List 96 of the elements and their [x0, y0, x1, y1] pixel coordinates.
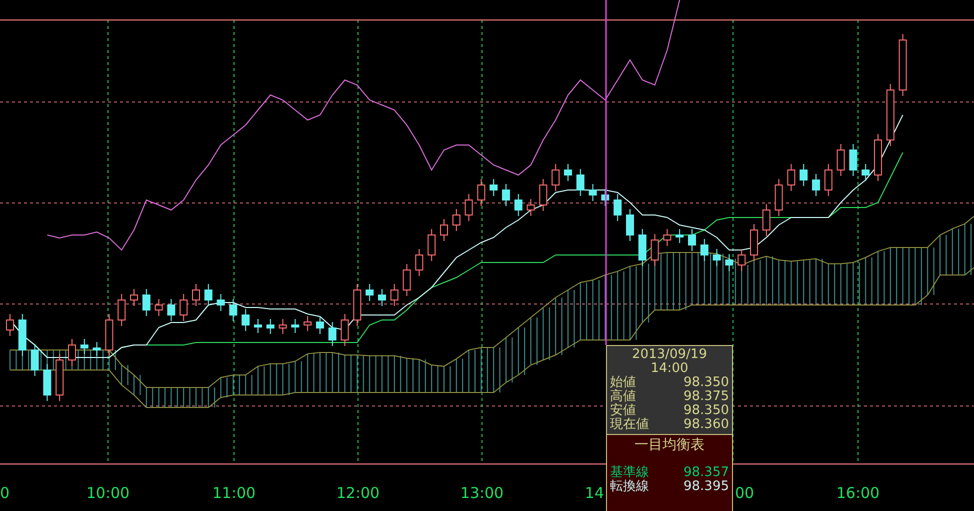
time-label: 11:00 — [212, 484, 256, 502]
candlestick — [105, 314, 114, 356]
indicator-label: 転換線 — [610, 480, 649, 494]
section-title: 一目均衡表 — [634, 438, 706, 452]
candlestick — [812, 174, 820, 196]
candlestick — [242, 308, 250, 332]
candlestick — [6, 314, 14, 336]
candlestick — [886, 84, 894, 146]
candlestick — [428, 228, 436, 262]
candlestick — [514, 194, 522, 216]
candlestick — [862, 164, 870, 182]
candlestick — [700, 238, 708, 262]
candlestick — [378, 288, 386, 306]
candlestick — [464, 194, 473, 222]
candlestick — [415, 248, 424, 276]
candlestick — [898, 34, 907, 96]
candlestick — [291, 318, 300, 334]
candlestick — [278, 318, 287, 334]
time-label: 14 — [584, 484, 604, 502]
candlestick — [204, 284, 212, 306]
candlestick — [626, 208, 634, 242]
price-value: 98.350 — [684, 376, 729, 390]
candlestick — [849, 144, 858, 176]
candlestick — [650, 234, 659, 266]
candlestick — [340, 314, 349, 346]
price-value: 98.350 — [684, 404, 729, 418]
candlestick — [663, 228, 672, 246]
candlestick — [167, 298, 176, 322]
candlestick — [18, 314, 26, 356]
candlestick — [390, 284, 398, 306]
candlestick — [676, 228, 684, 244]
candlestick — [440, 218, 448, 242]
candlestick — [576, 168, 584, 196]
candlestick — [787, 164, 796, 192]
candlestick — [800, 164, 808, 186]
candlestick — [588, 184, 597, 202]
indicator-label: 基準線 — [610, 466, 649, 480]
candlestick — [638, 228, 646, 266]
candlestick — [229, 298, 238, 322]
candlestick — [366, 284, 374, 302]
candlestick — [353, 284, 362, 326]
candlestick — [874, 134, 882, 182]
candlestick — [614, 194, 622, 222]
price-label: 始値 — [610, 376, 636, 390]
candlestick — [688, 228, 696, 252]
candlestick — [180, 294, 188, 322]
candlestick — [824, 164, 832, 196]
candlestick — [452, 208, 460, 232]
time-label: 0 — [0, 484, 10, 502]
candlestick — [130, 288, 138, 306]
candlestick — [118, 294, 126, 326]
price-label: 安値 — [610, 404, 636, 418]
candlestick — [216, 294, 225, 312]
candlestick — [490, 178, 498, 196]
indicator-value: 98.357 — [684, 466, 729, 480]
price-value: 98.360 — [684, 418, 729, 432]
candlestick — [68, 338, 76, 366]
candlestick — [750, 224, 758, 262]
candlestick — [738, 248, 746, 272]
candlestick — [142, 288, 150, 316]
price-label: 現在値 — [610, 418, 649, 432]
candlestick — [266, 318, 274, 334]
candlestick — [774, 178, 783, 216]
candlestick — [712, 248, 721, 266]
indicator-value: 98.395 — [684, 480, 729, 494]
candlestick — [601, 188, 610, 206]
time-label: 00 — [735, 484, 754, 502]
candlestick — [43, 364, 52, 402]
time-label: 16:00 — [836, 484, 880, 502]
candlestick — [552, 164, 560, 192]
price-value: 98.375 — [684, 390, 729, 404]
candlestick — [30, 344, 39, 376]
candlestick — [92, 342, 101, 356]
time-label: 10:00 — [86, 484, 130, 502]
candlestick — [304, 316, 312, 332]
candlestick — [56, 354, 64, 402]
time-label: 12:00 — [336, 484, 380, 502]
candlestick — [526, 198, 535, 216]
candlestick — [836, 144, 845, 176]
tooltip-date: 2013/09/19 — [631, 348, 708, 362]
candlestick — [80, 338, 88, 354]
candlestick — [154, 298, 163, 316]
candlestick — [316, 316, 324, 334]
candlestick — [192, 284, 200, 306]
candlestick — [725, 254, 734, 272]
candlestick — [254, 318, 262, 334]
candlestick — [762, 204, 770, 236]
price-label: 高値 — [610, 390, 636, 404]
candlestick — [564, 164, 572, 182]
candlestick — [402, 264, 411, 296]
tooltip-time: 14:00 — [650, 362, 690, 376]
candlestick — [328, 322, 336, 346]
time-label: 13:00 — [460, 484, 504, 502]
candlestick — [502, 184, 510, 206]
candlestick — [477, 178, 486, 206]
candlestick — [539, 178, 548, 212]
